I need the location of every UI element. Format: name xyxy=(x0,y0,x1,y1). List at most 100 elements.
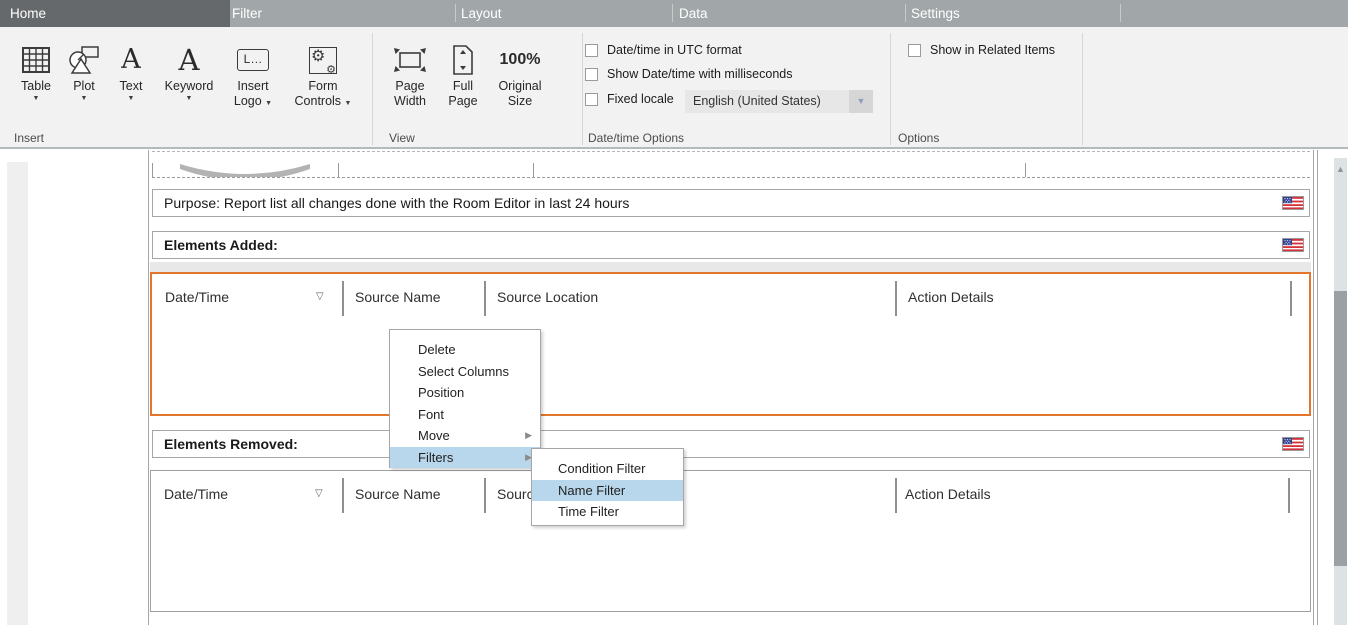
app-window: Home Filter Layout Data Settings xyxy=(0,0,1348,625)
full-page-button[interactable]: Full Page xyxy=(437,37,489,132)
fragment-left-border xyxy=(152,163,153,178)
datetime-group-label: Date/time Options xyxy=(588,131,684,145)
logo-swoosh-icon xyxy=(180,164,310,178)
column-sort-arrow-icon[interactable]: ▽ xyxy=(316,291,324,302)
group-separator xyxy=(372,33,373,145)
chevron-down-icon: ▼ xyxy=(265,100,272,107)
tab-layout[interactable]: Layout xyxy=(461,0,502,27)
elements-removed-row[interactable]: Elements Removed: xyxy=(152,430,1310,458)
elements-added-table[interactable]: Date/Time ▽ Source Name Source Location … xyxy=(150,272,1311,416)
chevron-down-icon: ▼ xyxy=(10,94,62,103)
column-header-action-details[interactable]: Action Details xyxy=(905,486,991,502)
chevron-down-icon: ▼ xyxy=(345,100,352,107)
milliseconds-checkbox[interactable] xyxy=(585,68,598,81)
form-controls-button[interactable]: ⚙ ⚙ Form Controls ▼ xyxy=(284,37,362,132)
insert-logo-button[interactable]: L… Insert Logo ▼ xyxy=(222,37,284,132)
column-header-datetime[interactable]: Date/Time xyxy=(164,486,228,502)
column-separator[interactable] xyxy=(484,281,486,316)
original-size-button[interactable]: 100% Original Size xyxy=(489,37,551,132)
column-separator[interactable] xyxy=(342,478,344,513)
column-header-source-name[interactable]: Source Name xyxy=(355,289,441,305)
text-letter-icon: A xyxy=(121,45,141,75)
text-button[interactable]: A Text ▼ xyxy=(106,37,156,132)
form-controls-gear-icon: ⚙ ⚙ xyxy=(309,47,337,74)
options-group-label: Options xyxy=(898,131,939,145)
fragment-cell-separator xyxy=(533,163,534,178)
column-separator[interactable] xyxy=(342,281,344,316)
scroll-up-arrow-icon[interactable]: ▲ xyxy=(1334,164,1347,174)
utc-format-checkbox[interactable] xyxy=(585,44,598,57)
tab-home[interactable]: Home xyxy=(0,0,230,27)
fixed-locale-checkbox[interactable] xyxy=(585,93,598,106)
table-button[interactable]: Table ▼ xyxy=(10,37,62,132)
chevron-down-icon: ▼ xyxy=(62,94,106,103)
ribbon: Table ▼ Plot ▼ A Text ▼ A Keyword ▼ xyxy=(0,27,1348,149)
column-separator[interactable] xyxy=(484,478,486,513)
fixed-locale-label: Fixed locale xyxy=(607,92,674,106)
column-header-source-name[interactable]: Source Name xyxy=(355,486,441,502)
milliseconds-label: Show Date/time with milliseconds xyxy=(607,67,793,81)
tab-filter[interactable]: Filter xyxy=(232,0,262,27)
insert-logo-label-line1: Insert xyxy=(222,79,284,94)
menu-item-delete[interactable]: Delete xyxy=(390,339,540,361)
page-width-icon xyxy=(383,41,437,79)
insert-group-label: Insert xyxy=(14,131,44,145)
ribbon-tab-bar: Home Filter Layout Data Settings xyxy=(0,0,1348,27)
menu-item-name-filter[interactable]: Name Filter xyxy=(532,480,683,502)
plot-button-label: Plot xyxy=(62,79,106,94)
plot-button[interactable]: Plot ▼ xyxy=(62,37,106,132)
full-page-label-line2: Page xyxy=(437,94,489,109)
column-separator[interactable] xyxy=(895,281,897,316)
insert-logo-label-line2: Logo ▼ xyxy=(222,94,284,109)
column-header-datetime[interactable]: Date/Time xyxy=(165,289,229,305)
report-canvas: Purpose: Report list all changes done wi… xyxy=(0,149,1348,625)
keyword-button[interactable]: A Keyword ▼ xyxy=(156,37,222,132)
elements-removed-table[interactable]: Date/Time ▽ Source Name Source Location … xyxy=(150,470,1311,612)
full-page-label-line1: Full xyxy=(437,79,489,94)
column-separator[interactable] xyxy=(1288,478,1290,513)
elements-added-row[interactable]: Elements Added: xyxy=(152,231,1310,259)
menu-item-move-label: Move xyxy=(418,428,450,443)
chevron-down-icon: ▼ xyxy=(106,94,156,103)
locale-dropdown[interactable]: English (United States) ▼ xyxy=(685,90,873,113)
full-page-icon xyxy=(437,41,489,79)
keyword-button-label: Keyword xyxy=(156,79,222,94)
menu-item-position[interactable]: Position xyxy=(390,382,540,404)
us-flag-icon xyxy=(1282,238,1304,257)
tab-separator xyxy=(672,4,673,22)
tab-settings[interactable]: Settings xyxy=(911,0,960,27)
locale-dropdown-arrow-button[interactable]: ▼ xyxy=(849,90,873,113)
table-top-handle[interactable] xyxy=(150,262,1311,272)
form-controls-label-line1: Form xyxy=(284,79,362,94)
column-separator[interactable] xyxy=(895,478,897,513)
fragment-cell-separator xyxy=(338,163,339,178)
column-header-action-details[interactable]: Action Details xyxy=(908,289,994,305)
menu-item-filters[interactable]: Filters ▶ xyxy=(390,447,540,469)
tab-separator xyxy=(1120,4,1121,22)
menu-item-condition-filter[interactable]: Condition Filter xyxy=(532,458,683,480)
menu-item-move[interactable]: Move ▶ xyxy=(390,425,540,447)
column-sort-arrow-icon[interactable]: ▽ xyxy=(315,488,323,499)
page-width-button[interactable]: Page Width xyxy=(383,37,437,132)
scrollbar-thumb[interactable] xyxy=(1334,291,1347,566)
menu-item-select-columns[interactable]: Select Columns xyxy=(390,361,540,383)
submenu-arrow-icon: ▶ xyxy=(525,425,532,447)
purpose-text: Purpose: Report list all changes done wi… xyxy=(164,190,629,217)
column-header-source-location[interactable]: Source Location xyxy=(497,289,598,305)
menu-item-time-filter[interactable]: Time Filter xyxy=(532,501,683,523)
form-controls-label-line2: Controls ▼ xyxy=(284,94,362,109)
menu-item-filters-label: Filters xyxy=(418,450,453,465)
zoom-100-icon: 100% xyxy=(500,51,541,69)
show-related-items-checkbox[interactable] xyxy=(908,44,921,57)
tab-data[interactable]: Data xyxy=(679,0,708,27)
left-margin-strip xyxy=(7,162,28,625)
scrolled-logo-fragment[interactable] xyxy=(152,151,1310,178)
vertical-scrollbar[interactable]: ▲ xyxy=(1334,158,1347,625)
tab-separator xyxy=(905,4,906,22)
group-separator xyxy=(582,33,583,145)
column-separator[interactable] xyxy=(1290,281,1292,316)
menu-item-font[interactable]: Font xyxy=(390,404,540,426)
purpose-row[interactable]: Purpose: Report list all changes done wi… xyxy=(152,189,1310,217)
group-separator xyxy=(1082,33,1083,145)
elements-added-heading: Elements Added: xyxy=(164,232,278,259)
